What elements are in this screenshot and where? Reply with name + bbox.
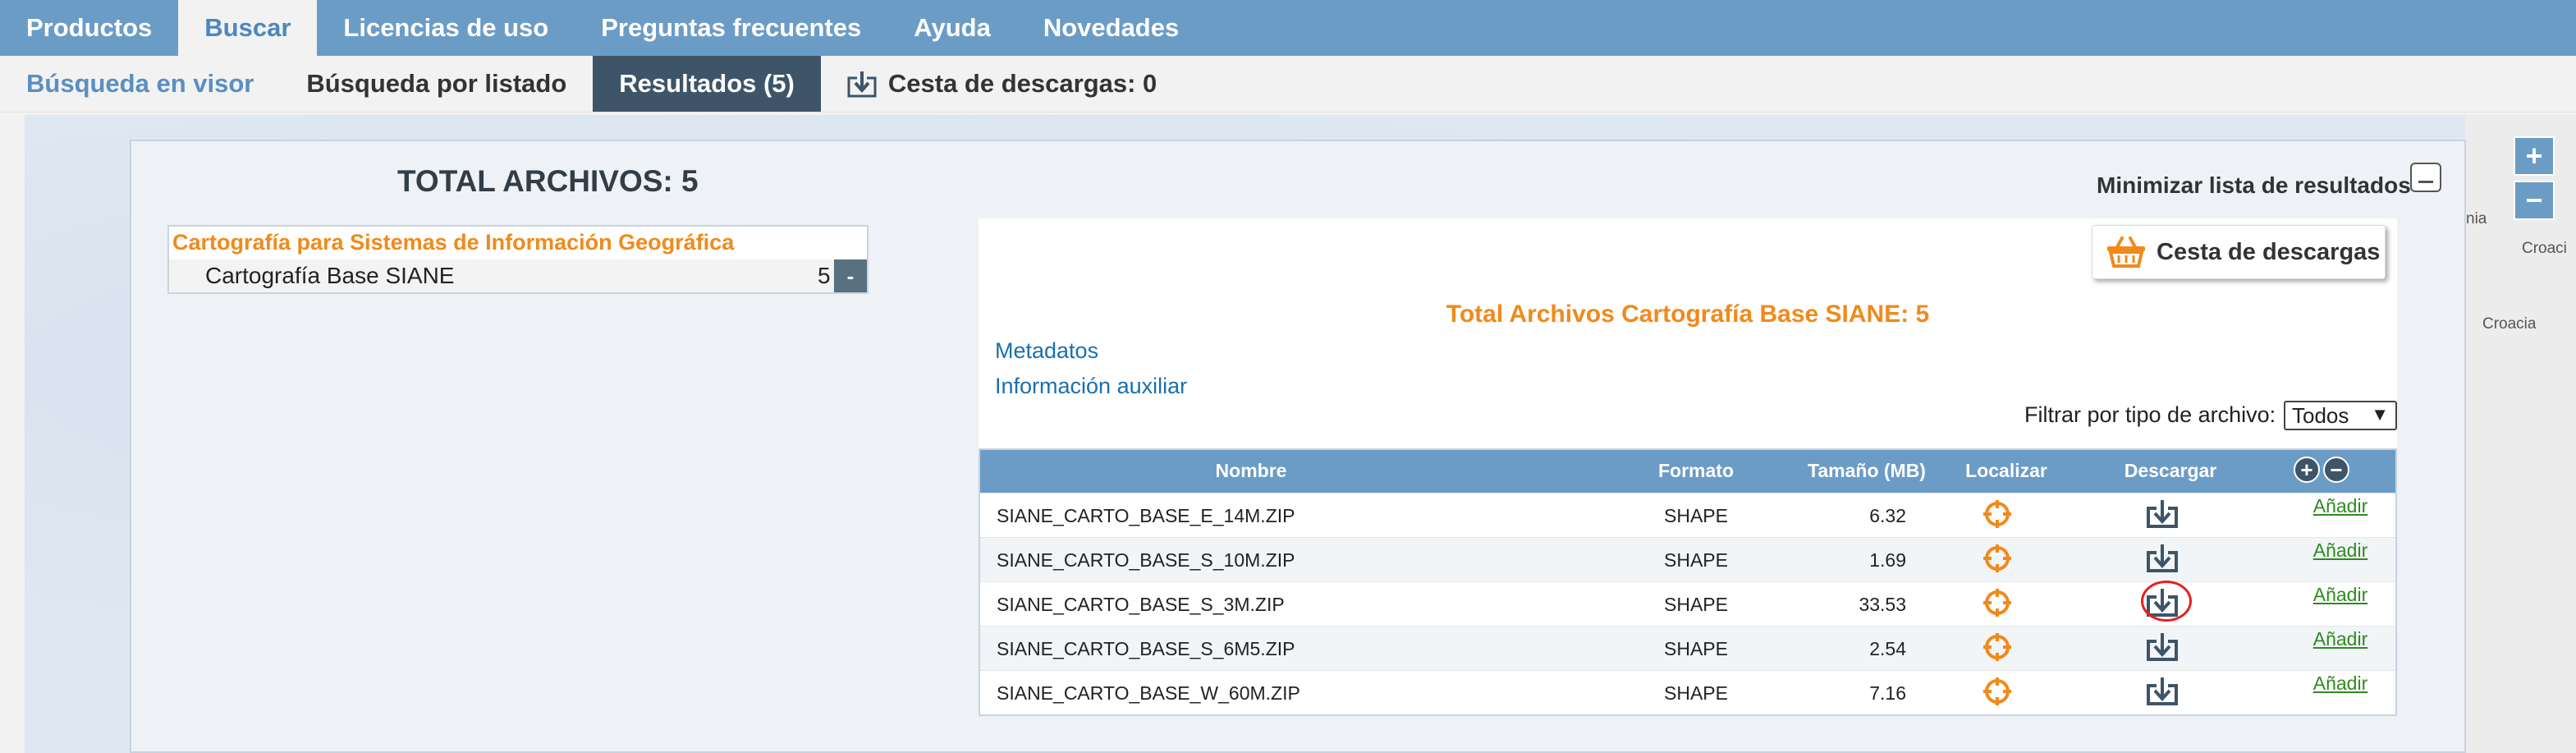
- table-header: Nombre Formato Tamaño (MB) Localizar Des…: [980, 450, 2395, 493]
- nav-ayuda[interactable]: Ayuda: [887, 0, 1017, 56]
- table-row: SIANE_CARTO_BASE_E_14M.ZIP SHAPE 6.32 Añ…: [980, 493, 2395, 537]
- filter-selected-value: Todos: [2292, 402, 2349, 428]
- nav-preguntas[interactable]: Preguntas frecuentes: [575, 0, 887, 56]
- file-type-select[interactable]: Todos ▼: [2284, 401, 2397, 430]
- file-name: SIANE_CARTO_BASE_S_10M.ZIP: [997, 549, 1295, 571]
- minimize-icon: [2418, 180, 2433, 183]
- table-row: SIANE_CARTO_BASE_S_3M.ZIP SHAPE 33.53 Añ…: [980, 581, 2395, 626]
- filter-label: Filtrar por tipo de archivo:: [2024, 402, 2276, 427]
- file-size: 2.54: [1869, 638, 1906, 659]
- zoom-out-button[interactable]: −: [2514, 181, 2555, 220]
- table-row: SIANE_CARTO_BASE_W_60M.ZIP SHAPE 7.16 Añ…: [980, 670, 2395, 714]
- collapse-button[interactable]: -: [834, 259, 867, 292]
- nav-novedades[interactable]: Novedades: [1017, 0, 1205, 56]
- sub-navigation: Búsqueda en visor Búsqueda por listado R…: [0, 56, 2576, 112]
- add-to-cart-link[interactable]: Añadir: [2297, 539, 2384, 562]
- file-name: SIANE_CARTO_BASE_S_6M5.ZIP: [997, 638, 1295, 659]
- add-to-cart-link[interactable]: Añadir: [2297, 673, 2384, 695]
- tab-busqueda-listado[interactable]: Búsqueda por listado: [280, 56, 593, 112]
- total-files-title: TOTAL ARCHIVOS: 5: [397, 164, 699, 198]
- file-size: 6.32: [1869, 505, 1906, 526]
- map-label: nia: [2466, 210, 2487, 227]
- cart-button-label: Cesta de descargas: [2157, 238, 2381, 265]
- tab-cesta-descargas[interactable]: Cesta de descargas: 0: [821, 56, 1183, 112]
- file-format: SHAPE: [1664, 549, 1728, 571]
- remove-all-icon[interactable]: −: [2323, 457, 2349, 483]
- file-format: SHAPE: [1664, 638, 1728, 659]
- file-size: 1.69: [1869, 549, 1906, 571]
- basket-icon: [2107, 236, 2145, 268]
- download-icon[interactable]: [2146, 631, 2179, 666]
- download-icon: [847, 71, 877, 98]
- header-name: Nombre: [1215, 460, 1287, 481]
- metadatos-link[interactable]: Metadatos: [995, 338, 1098, 364]
- minimize-button[interactable]: [2410, 163, 2441, 192]
- top-navigation: Productos Buscar Licencias de uso Pregun…: [0, 0, 2576, 56]
- cesta-descargas-button[interactable]: Cesta de descargas: [2092, 225, 2386, 279]
- table-row: SIANE_CARTO_BASE_S_6M5.ZIP SHAPE 2.54 Añ…: [980, 626, 2395, 670]
- nav-buscar[interactable]: Buscar: [178, 0, 318, 56]
- add-to-cart-link[interactable]: Añadir: [2297, 495, 2384, 517]
- cesta-label: Cesta de descargas: 0: [887, 69, 1157, 98]
- highlight-circle: [2141, 581, 2192, 622]
- informacion-auxiliar-link[interactable]: Información auxiliar: [995, 374, 1187, 399]
- header-download: Descargar: [2124, 460, 2217, 481]
- file-name: SIANE_CARTO_BASE_W_60M.ZIP: [997, 682, 1300, 704]
- minimize-label: Minimizar lista de resultados: [2097, 172, 2411, 198]
- locate-icon[interactable]: [1982, 631, 2013, 668]
- file-format: SHAPE: [1664, 682, 1728, 704]
- map-label: Croacia: [2482, 315, 2537, 333]
- header-size: Tamaño (MB): [1808, 460, 1926, 481]
- map-label: Croaci: [2522, 240, 2567, 257]
- file-size: 33.53: [1859, 594, 1906, 615]
- tree-subcategory-count: 5: [818, 263, 831, 288]
- locate-icon[interactable]: [1982, 543, 2013, 579]
- download-icon[interactable]: [2146, 543, 2179, 577]
- tab-busqueda-visor[interactable]: Búsqueda en visor: [0, 56, 280, 112]
- add-to-cart-link[interactable]: Añadir: [2297, 628, 2384, 650]
- nav-productos[interactable]: Productos: [0, 0, 178, 56]
- nav-licencias[interactable]: Licencias de uso: [317, 0, 575, 56]
- zoom-in-button[interactable]: +: [2514, 136, 2555, 176]
- file-name: SIANE_CARTO_BASE_E_14M.ZIP: [997, 505, 1295, 526]
- tab-resultados[interactable]: Resultados (5): [593, 56, 821, 112]
- locate-icon[interactable]: [1982, 676, 2013, 712]
- tree-category[interactable]: Cartografía para Sistemas de Información…: [172, 230, 734, 255]
- tree-subcategory-label: Cartografía Base SIANE: [205, 263, 455, 288]
- file-name: SIANE_CARTO_BASE_S_3M.ZIP: [997, 594, 1285, 615]
- dropdown-arrow-icon: ▼: [2371, 404, 2389, 425]
- add-all-icon[interactable]: +: [2294, 457, 2320, 483]
- locate-icon[interactable]: [1982, 587, 2013, 623]
- category-tree: Cartografía para Sistemas de Información…: [167, 225, 869, 294]
- file-size: 7.16: [1869, 682, 1906, 704]
- files-table: Nombre Formato Tamaño (MB) Localizar Des…: [979, 448, 2397, 716]
- file-format: SHAPE: [1664, 505, 1728, 526]
- tree-subcategory-row[interactable]: Cartografía Base SIANE 5 -: [169, 259, 867, 292]
- files-title: Total Archivos Cartografía Base SIANE: 5: [1446, 301, 1930, 328]
- file-format: SHAPE: [1664, 594, 1728, 615]
- add-to-cart-link[interactable]: Añadir: [2297, 584, 2384, 606]
- download-icon[interactable]: [2146, 676, 2179, 710]
- locate-icon[interactable]: [1982, 498, 2013, 535]
- download-icon[interactable]: [2146, 498, 2179, 533]
- header-locate: Localizar: [1965, 460, 2047, 481]
- table-row: SIANE_CARTO_BASE_S_10M.ZIP SHAPE 1.69 Añ…: [980, 537, 2395, 581]
